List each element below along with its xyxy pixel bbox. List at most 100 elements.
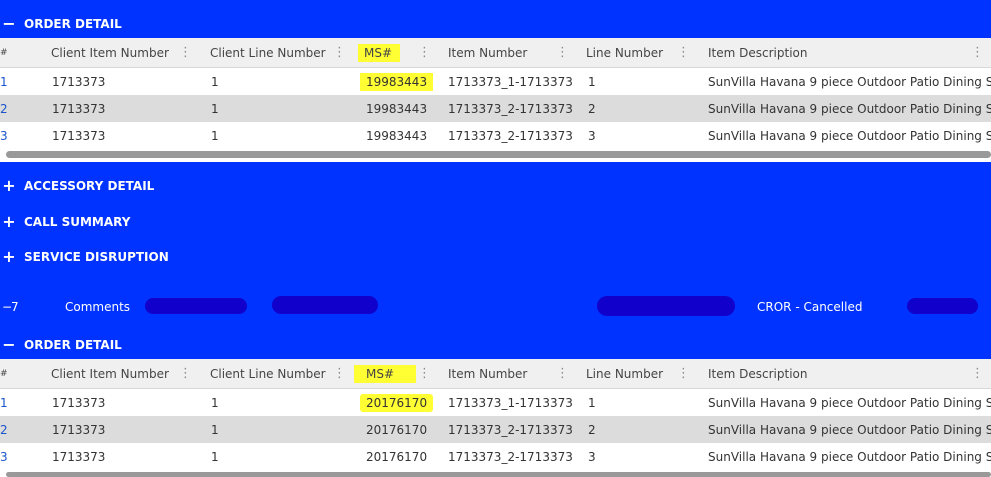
collapse-icon[interactable]: − — [2, 16, 16, 32]
client-line-number: 1 — [211, 449, 219, 464]
client-item-number: 1713373 — [52, 74, 106, 89]
line-number: 3 — [588, 449, 596, 464]
client-line-number: 1 — [211, 395, 219, 410]
item-number: 1713373_2-1713373 — [448, 128, 573, 143]
order-detail-label: ORDER DETAIL — [24, 338, 122, 352]
col-header-ms-number[interactable]: MS# — [358, 38, 401, 67]
item-number: 1713373_1-1713373 — [448, 395, 573, 410]
line-number: 1 — [588, 74, 596, 89]
client-line-number: 1 — [211, 128, 219, 143]
row-number-link[interactable]: 2 — [0, 416, 8, 443]
grid-header: # Client Item Number ⋮ Client Line Numbe… — [0, 359, 991, 389]
col-header-client-item-number[interactable]: Client Item Number — [51, 38, 169, 67]
line-number: 2 — [588, 422, 596, 437]
row-number-link[interactable]: 2 — [0, 95, 8, 122]
client-item-number: 1713373 — [52, 128, 106, 143]
column-menu-icon[interactable]: ⋮ — [677, 359, 690, 388]
collapse-icon[interactable]: − — [2, 337, 16, 353]
col-header-item-description[interactable]: Item Description — [708, 38, 807, 67]
client-item-number: 1713373 — [52, 422, 106, 437]
client-item-number: 1713373 — [52, 449, 106, 464]
column-menu-icon[interactable]: ⋮ — [556, 38, 569, 67]
table-row[interactable]: 1 1713373 1 20176170 1713373_1-1713373 1… — [0, 389, 991, 416]
col-header-item-number[interactable]: Item Number — [448, 38, 527, 67]
column-menu-icon[interactable]: ⋮ — [333, 359, 346, 388]
order-summary-row[interactable]: − 7 Comments CROR - Cancelled — [0, 296, 991, 318]
ms-number: 20176170 — [360, 389, 434, 416]
col-header-client-line-number[interactable]: Client Line Number — [210, 359, 326, 388]
item-description: SunVilla Havana 9 piece Outdoor Patio Di… — [708, 422, 991, 437]
order-grid-1: # Client Item Number ⋮ Client Line Numbe… — [0, 38, 991, 149]
grid-header: # Client Item Number ⋮ Client Line Numbe… — [0, 38, 991, 68]
order-grid-2: # Client Item Number ⋮ Client Line Numbe… — [0, 359, 991, 470]
client-line-number: 1 — [211, 422, 219, 437]
order-number: 7 — [11, 300, 19, 314]
item-number: 1713373_2-1713373 — [448, 101, 573, 116]
ms-number: 20176170 — [366, 422, 428, 437]
item-description: SunVilla Havana 9 piece Outdoor Patio Di… — [708, 128, 991, 143]
expand-icon[interactable]: + — [2, 214, 16, 230]
ms-number: 19983443 — [366, 128, 428, 143]
order-status: CROR - Cancelled — [757, 300, 863, 314]
col-header-client-line-number[interactable]: Client Line Number — [210, 38, 326, 67]
ms-number: 19983443 — [360, 68, 434, 95]
table-row[interactable]: 3 1713373 1 19983443 1713373_2-1713373 3… — [0, 122, 991, 149]
call-summary-header[interactable]: + CALL SUMMARY — [0, 212, 130, 232]
client-item-number: 1713373 — [52, 395, 106, 410]
table-row[interactable]: 2 1713373 1 19983443 1713373_2-1713373 2… — [0, 95, 991, 122]
column-menu-icon[interactable]: ⋮ — [971, 359, 984, 388]
line-number: 1 — [588, 395, 596, 410]
expand-icon[interactable]: + — [2, 178, 16, 194]
line-number: 2 — [588, 101, 596, 116]
service-disruption-header[interactable]: + SERVICE DISRUPTION — [0, 247, 169, 267]
column-menu-icon[interactable]: ⋮ — [971, 38, 984, 67]
call-summary-label: CALL SUMMARY — [24, 215, 131, 229]
column-menu-icon[interactable]: ⋮ — [418, 38, 431, 67]
col-header-client-item-number[interactable]: Client Item Number — [51, 359, 169, 388]
accessory-detail-header[interactable]: + ACCESSORY DETAIL — [0, 176, 154, 196]
table-row[interactable]: 1 1713373 1 19983443 1713373_1-1713373 1… — [0, 68, 991, 95]
scrollbar-thumb[interactable] — [6, 151, 991, 158]
column-menu-icon[interactable]: ⋮ — [556, 359, 569, 388]
redaction-mark — [272, 296, 378, 314]
row-number-link[interactable]: 3 — [0, 122, 8, 149]
redaction-mark — [145, 298, 247, 314]
horizontal-scrollbar[interactable] — [0, 470, 991, 477]
line-number: 3 — [588, 128, 596, 143]
item-description: SunVilla Havana 9 piece Outdoor Patio Di… — [708, 74, 991, 89]
col-header-line-number[interactable]: Line Number — [586, 359, 663, 388]
column-menu-icon[interactable]: ⋮ — [179, 38, 192, 67]
ms-number: 19983443 — [366, 101, 428, 116]
row-number-link[interactable]: 1 — [0, 389, 8, 416]
table-row[interactable]: 3 1713373 1 20176170 1713373_2-1713373 3… — [0, 443, 991, 470]
column-menu-icon[interactable]: ⋮ — [418, 359, 431, 388]
order-detail-header[interactable]: − ORDER DETAIL — [0, 14, 122, 34]
redaction-mark — [907, 298, 978, 314]
client-line-number: 1 — [211, 101, 219, 116]
expand-icon[interactable]: + — [2, 249, 16, 265]
scrollbar-thumb[interactable] — [6, 472, 991, 477]
table-row[interactable]: 2 1713373 1 20176170 1713373_2-1713373 2… — [0, 416, 991, 443]
col-header-number: # — [0, 47, 8, 58]
row-number-link[interactable]: 3 — [0, 443, 8, 470]
client-item-number: 1713373 — [52, 101, 106, 116]
item-number: 1713373_2-1713373 — [448, 422, 573, 437]
service-disruption-label: SERVICE DISRUPTION — [24, 250, 169, 264]
item-number: 1713373_2-1713373 — [448, 449, 573, 464]
col-header-number: # — [0, 368, 8, 379]
col-header-item-description[interactable]: Item Description — [708, 359, 807, 388]
column-menu-icon[interactable]: ⋮ — [179, 359, 192, 388]
order-detail-label: ORDER DETAIL — [24, 17, 122, 31]
column-menu-icon[interactable]: ⋮ — [677, 38, 690, 67]
column-menu-icon[interactable]: ⋮ — [333, 38, 346, 67]
ms-number: 20176170 — [366, 449, 428, 464]
col-header-item-number[interactable]: Item Number — [448, 359, 527, 388]
item-number: 1713373_1-1713373 — [448, 74, 573, 89]
horizontal-scrollbar[interactable] — [0, 149, 991, 162]
col-header-ms-number[interactable]: MS# — [354, 359, 417, 388]
row-number-link[interactable]: 1 — [0, 68, 8, 95]
col-header-line-number[interactable]: Line Number — [586, 38, 663, 67]
order-detail-header[interactable]: − ORDER DETAIL — [0, 335, 122, 355]
item-description: SunVilla Havana 9 piece Outdoor Patio Di… — [708, 101, 991, 116]
accessory-detail-label: ACCESSORY DETAIL — [24, 179, 155, 193]
